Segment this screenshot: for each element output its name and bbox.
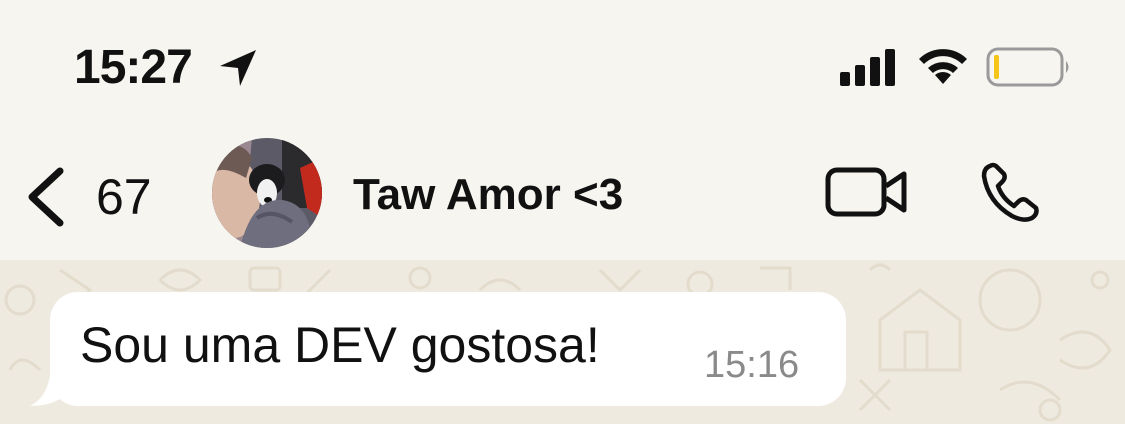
phone-icon[interactable] [976,158,1046,228]
back-button[interactable]: 67 [22,162,172,232]
avatar[interactable] [212,138,322,248]
status-time: 15:27 [74,41,193,94]
chevron-left-icon [28,167,64,227]
signal-icon [840,49,895,86]
contact-name[interactable]: Taw Amor <3 [353,170,623,220]
chat-header: 67 Taw Amor <3 [0,132,1125,260]
message-text: Sou uma DEV gostosa! [80,317,600,373]
unread-count: 67 [96,169,152,225]
video-call-icon[interactable] [824,162,910,222]
status-bar: 15:27 [0,0,1125,132]
battery-icon [986,47,1069,87]
message-bubble[interactable]: Sou uma DEV gostosa! 15:16 [50,292,846,406]
message-time: 15:16 [704,344,800,386]
location-arrow-icon [220,50,256,86]
avatar-photo [212,138,322,248]
wifi-icon [919,49,967,84]
chat-area[interactable]: Sou uma DEV gostosa! 15:16 [0,260,1125,424]
